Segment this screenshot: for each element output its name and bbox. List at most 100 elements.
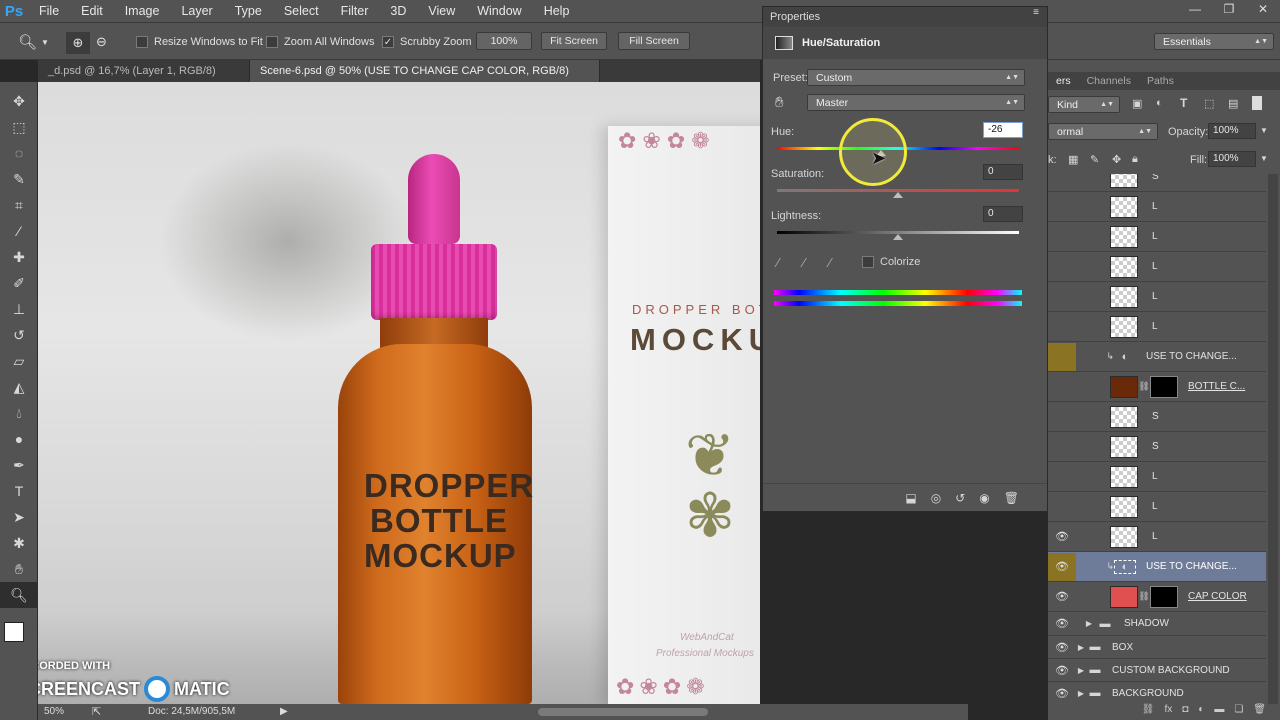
color-swatches[interactable] [0, 608, 37, 654]
properties-title-bar[interactable]: Properties ≡ [763, 7, 1047, 27]
link-icon[interactable]: ⛓ [1138, 591, 1150, 602]
menu-file[interactable]: File [28, 0, 70, 22]
workspace-select[interactable]: Essentials ▲▼ [1154, 33, 1274, 50]
hue-input[interactable]: -26 [983, 122, 1023, 138]
opacity-arrow-icon[interactable]: ▼ [1260, 126, 1268, 135]
menu-window[interactable]: Window [466, 0, 532, 22]
visibility-icon[interactable]: ◉ [979, 491, 989, 505]
filter-pixel-icon[interactable]: ▣ [1132, 97, 1142, 110]
targeted-adjustment-hand-icon[interactable]: ✋︎ [775, 94, 784, 111]
tab-channels[interactable]: Channels [1079, 75, 1139, 87]
eyedropper-subtract-icon[interactable]: ⁄ [829, 255, 831, 270]
zoom-100-button[interactable]: 100% [476, 32, 532, 50]
layer-row[interactable]: L [1048, 312, 1266, 342]
reset-icon[interactable]: ↺ [955, 491, 965, 505]
layer-row[interactable]: L [1048, 252, 1266, 282]
scrubby-zoom-checkbox[interactable]: ✓ Scrubby Zoom [382, 32, 472, 52]
pen-tool-icon[interactable]: ✒ [0, 452, 38, 478]
zoom-out-icon[interactable]: ⊖ [96, 32, 107, 52]
lightness-input[interactable]: 0 [983, 206, 1023, 222]
new-layer-icon[interactable]: ❏ [1234, 704, 1243, 720]
zoom-all-checkbox[interactable]: Zoom All Windows [266, 32, 374, 52]
new-group-icon[interactable]: ▬ [1214, 704, 1224, 720]
layer-row[interactable]: ⛓ BOTTLE C... [1048, 372, 1266, 402]
zoom-readout[interactable]: 50% [44, 706, 64, 717]
history-brush-icon[interactable]: ↺ [0, 322, 38, 348]
status-menu-arrow-icon[interactable]: ▶ [280, 706, 288, 717]
eye-icon[interactable]: 👁︎ [1048, 552, 1076, 581]
tab-layers[interactable]: ers [1048, 75, 1079, 87]
expand-arrow-icon[interactable]: ▶ [1076, 643, 1084, 652]
menu-view[interactable]: View [417, 0, 466, 22]
panel-menu-icon[interactable]: ≡ [1033, 7, 1039, 18]
menu-help[interactable]: Help [533, 0, 581, 22]
lightness-slider-thumb[interactable] [893, 234, 903, 240]
eraser-tool-icon[interactable]: ▱ [0, 348, 38, 374]
delete-layer-icon[interactable]: 🗑︎ [1253, 704, 1266, 720]
eye-icon[interactable]: 👁︎ [1048, 687, 1076, 700]
foreground-color[interactable] [4, 622, 24, 642]
document-canvas[interactable]: ✿❀✿❁ DROPPER BOTT MOCKU ❦✾ WebAndCat Pro… [38, 82, 760, 704]
eyedropper-add-icon[interactable]: ⁄ [803, 255, 805, 270]
layer-row[interactable]: L [1048, 462, 1266, 492]
fill-arrow-icon[interactable]: ▼ [1260, 154, 1268, 163]
eye-icon[interactable]: 👁︎ [1048, 664, 1076, 677]
group-row[interactable]: 👁︎ ▶ ▬ BOX [1048, 636, 1266, 659]
opacity-input[interactable]: 100% [1208, 123, 1256, 139]
path-select-icon[interactable]: ➤ [0, 504, 38, 530]
lock-transparent-icon[interactable]: ▦ [1068, 153, 1078, 166]
healing-tool-icon[interactable]: ✚ [0, 244, 38, 270]
menu-type[interactable]: Type [224, 0, 273, 22]
marquee-tool-icon[interactable]: ⬚ [0, 114, 38, 140]
fill-screen-button[interactable]: Fill Screen [618, 32, 690, 50]
paint-bucket-icon[interactable]: ◭ [0, 374, 38, 400]
expand-arrow-icon[interactable]: ▶ [1076, 666, 1084, 675]
blend-mode-select[interactable]: ormal ▲▼ [1048, 123, 1158, 140]
menu-layer[interactable]: Layer [170, 0, 223, 22]
move-tool-icon[interactable]: ✥ [0, 88, 38, 114]
eye-icon[interactable]: 👁︎ [1048, 530, 1076, 543]
layer-row[interactable]: S [1048, 432, 1266, 462]
menu-3d[interactable]: 3D [379, 0, 417, 22]
quick-select-tool-icon[interactable]: ✎ [0, 166, 38, 192]
preset-select[interactable]: Custom ▲▼ [807, 69, 1025, 86]
layer-row[interactable]: L [1048, 222, 1266, 252]
layer-row[interactable]: L [1048, 492, 1266, 522]
layer-row[interactable]: L [1048, 282, 1266, 312]
expand-arrow-icon[interactable]: ▶ [1076, 689, 1084, 698]
tab-document-2[interactable]: Scene-6.psd @ 50% (USE TO CHANGE CAP COL… [250, 60, 600, 99]
group-row[interactable]: 👁︎ ▶ ▬ SHADOW [1048, 612, 1266, 636]
link-icon[interactable]: ⛓ [1138, 381, 1150, 392]
hand-tool-icon[interactable]: ✋︎ [0, 556, 38, 582]
menu-image[interactable]: Image [114, 0, 171, 22]
shape-tool-icon[interactable]: ✱ [0, 530, 38, 556]
fit-screen-button[interactable]: Fit Screen [541, 32, 607, 50]
add-mask-icon[interactable]: ◘ [1182, 704, 1188, 720]
brush-tool-icon[interactable]: ✐ [0, 270, 38, 296]
lock-position-icon[interactable]: ✥ [1112, 153, 1121, 166]
blur-tool-icon[interactable]: 💧︎ [0, 400, 38, 426]
minimize-icon[interactable]: — [1178, 0, 1212, 18]
eye-icon[interactable]: 👁︎ [1048, 641, 1076, 654]
filter-smart-object-icon[interactable]: ▤ [1228, 97, 1238, 110]
saturation-slider-thumb[interactable] [893, 192, 903, 198]
eye-icon[interactable]: 👁︎ [1048, 617, 1076, 630]
lock-all-icon[interactable]: 🔒︎ [1132, 153, 1138, 166]
filter-type-icon[interactable]: T [1180, 96, 1187, 110]
group-row[interactable]: 👁︎ ▶ ▬ BACKGROUND [1048, 682, 1266, 704]
colorize-checkbox[interactable] [862, 256, 874, 268]
crop-tool-icon[interactable]: ⌗ [0, 192, 38, 218]
filter-kind-select[interactable]: Kind ▲▼ [1048, 96, 1120, 113]
eyedropper-icon[interactable]: ⁄ [777, 255, 779, 270]
channel-select[interactable]: Master ▲▼ [807, 94, 1025, 111]
view-previous-icon[interactable]: ◎ [931, 491, 941, 505]
layer-row[interactable]: S [1048, 402, 1266, 432]
group-row[interactable]: 👁︎ ▶ ▬ CUSTOM BACKGROUND [1048, 659, 1266, 682]
saturation-input[interactable]: 0 [983, 164, 1023, 180]
export-icon[interactable]: ⇱ [92, 705, 101, 718]
layers-scrollbar[interactable] [1268, 174, 1278, 704]
lock-pixels-icon[interactable]: ✎ [1090, 153, 1099, 166]
layer-row[interactable]: 👁︎ L [1048, 522, 1266, 552]
layer-row-adjustment[interactable]: ↳ ◐ USE TO CHANGE... [1048, 342, 1266, 372]
type-tool-icon[interactable]: T [0, 478, 38, 504]
